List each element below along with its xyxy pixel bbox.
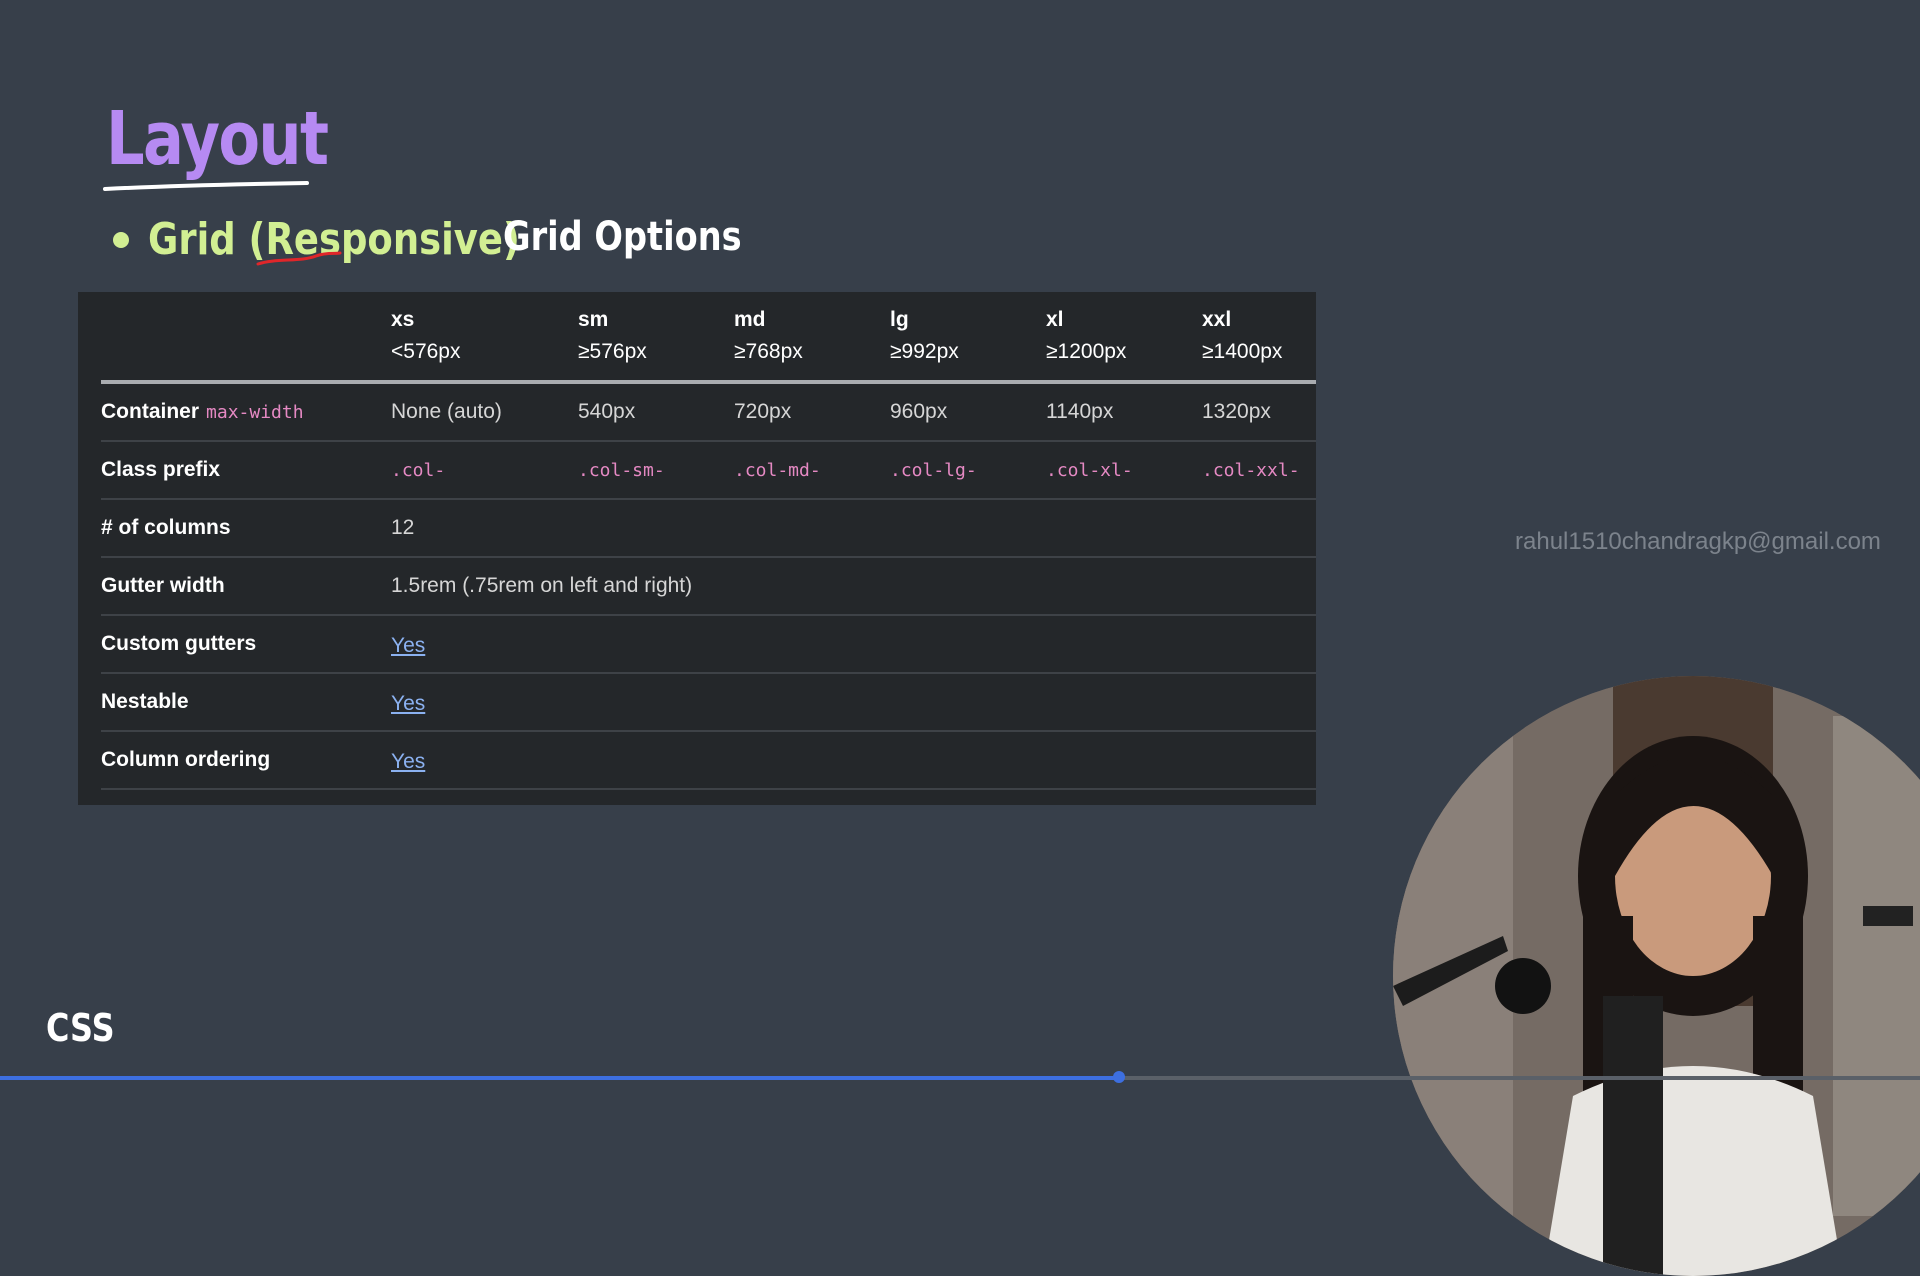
grid-options-table: xs <576px sm ≥576px md ≥768px lg ≥992px xl ≥1… (78, 292, 1316, 805)
table-row-container: Container max-width None (auto) 540px 720… (101, 384, 1316, 442)
video-progress-fill (0, 1076, 1120, 1080)
breakpoint-sm: sm ≥576px (578, 308, 647, 363)
watermark-email: rahul1510chandragkp@gmail.com (1515, 528, 1881, 555)
table-row-class-prefix: Class prefix .col- .col-sm- .col-md- .co… (101, 442, 1316, 500)
cell-container-xl: 1140px (1046, 400, 1114, 423)
cell-prefix-md: .col-md- (734, 459, 821, 481)
cell-container-xxl: 1320px (1202, 400, 1271, 423)
breakpoint-xxl: xxl ≥1400px (1202, 308, 1283, 363)
table-row-custom-gutters: Custom gutters Yes (101, 616, 1316, 674)
video-progress-knob[interactable] (1113, 1071, 1126, 1083)
column-ordering-yes-link[interactable]: Yes (391, 750, 425, 774)
custom-gutters-yes-link[interactable]: Yes (391, 634, 425, 658)
red-annotation-squiggle (256, 251, 342, 266)
table-row-columns: # of columns 12 (101, 500, 1316, 558)
cell-prefix-lg: .col-lg- (890, 459, 977, 481)
row-label-columns: # of columns (101, 516, 231, 539)
slide-subtitle: Grid Options (503, 214, 742, 260)
row-label-container: Container max-width (101, 400, 304, 423)
row-label-nestable: Nestable (101, 690, 189, 713)
breakpoint-xs: xs <576px (391, 308, 461, 363)
cell-gutter-width-value: 1.5rem (.75rem on left and right) (391, 574, 693, 597)
presenter-video-icon (1393, 676, 1920, 1276)
css-badge: CSS (46, 1006, 115, 1050)
cell-container-md: 720px (734, 400, 792, 423)
breakpoint-md: md ≥768px (734, 308, 803, 363)
cell-prefix-sm: .col-sm- (578, 459, 665, 481)
cell-prefix-xxl: .col-xxl- (1202, 459, 1300, 481)
row-label-gutter-width: Gutter width (101, 574, 225, 597)
cell-container-lg: 960px (890, 400, 948, 423)
cell-container-xs: None (auto) (391, 400, 502, 423)
cell-prefix-xl: .col-xl- (1046, 459, 1133, 481)
cell-columns-value: 12 (391, 516, 415, 539)
row-label-column-ordering: Column ordering (101, 748, 271, 771)
row-label-class-prefix: Class prefix (101, 458, 221, 481)
title-underline (103, 181, 309, 191)
table-row-column-ordering: Column ordering Yes (101, 732, 1316, 790)
breakpoint-lg: lg ≥992px (890, 308, 959, 363)
slide-title: Layout (106, 96, 329, 182)
nestable-yes-link[interactable]: Yes (391, 692, 425, 716)
table-header-row: xs <576px sm ≥576px md ≥768px lg ≥992px xl ≥1… (101, 292, 1316, 384)
cell-prefix-xs: .col- (391, 459, 446, 481)
cell-container-sm: 540px (578, 400, 636, 423)
breakpoint-xl: xl ≥1200px (1046, 308, 1127, 363)
table-row-nestable: Nestable Yes (101, 674, 1316, 732)
row-label-custom-gutters: Custom gutters (101, 632, 257, 655)
webcam-overlay (1393, 676, 1920, 1276)
bullet-dot-icon (113, 232, 129, 248)
code-max-width: max-width (206, 401, 304, 423)
table-row-gutter-width: Gutter width 1.5rem (.75rem on left and … (101, 558, 1316, 616)
